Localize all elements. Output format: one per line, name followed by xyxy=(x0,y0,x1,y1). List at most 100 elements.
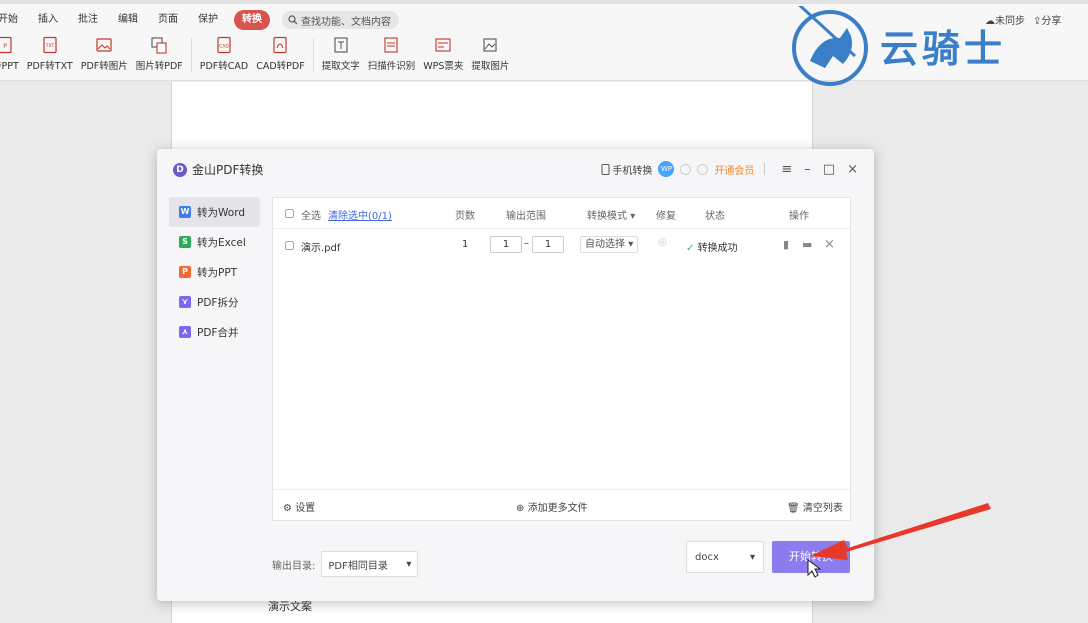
tool-to-ppt[interactable]: P 转PPT xyxy=(0,36,23,78)
menu-protect[interactable]: 保护 xyxy=(188,10,228,30)
page-count: 1 xyxy=(462,239,469,250)
range-from-input[interactable]: 1 xyxy=(490,236,522,253)
menu-start[interactable]: 开始 xyxy=(0,10,28,30)
clear-list-label: 清空列表 xyxy=(802,503,843,514)
tool-label: 图片转PDF xyxy=(135,61,183,72)
sidebar-item-label: 转为Word xyxy=(197,206,245,219)
table-row[interactable]: 演示.pdf 1 1 – 1 自动选择 ▾ ◎ ✓ 转换成功 ▮ ▬ × xyxy=(273,229,850,261)
sidebar-item-label: 转为Excel xyxy=(197,236,246,249)
split-icon: ⋎ xyxy=(179,296,191,308)
minimize-button[interactable]: – xyxy=(804,162,811,177)
phone-icon xyxy=(601,163,610,175)
tool-label: 提取文字 xyxy=(321,61,360,72)
maximize-button[interactable]: □ xyxy=(823,162,835,177)
start-convert-button[interactable]: 开始转换 xyxy=(772,541,850,573)
remove-icon[interactable]: × xyxy=(824,237,835,252)
vip-link[interactable]: 开通会员 xyxy=(714,162,754,177)
tool-label: PDF转TXT xyxy=(26,61,73,72)
clear-list-button[interactable]: 🗑 清空列表 xyxy=(787,499,843,514)
sidebar-item-to-excel[interactable]: S 转为Excel xyxy=(169,227,260,257)
file-icon[interactable]: ▮ xyxy=(783,238,789,251)
caret-down-icon: ▾ xyxy=(749,551,755,563)
output-label: 输出目录: xyxy=(272,560,316,572)
menu-convert[interactable]: 转换 xyxy=(234,10,270,30)
tool-label: PDF转图片 xyxy=(80,61,128,72)
settings-label: 设置 xyxy=(295,503,316,514)
tool-label: CAD转PDF xyxy=(256,61,305,72)
tool-label: PDF转CAD xyxy=(199,61,249,72)
scan-icon xyxy=(384,37,399,53)
gear-icon: ⚙ xyxy=(283,503,292,514)
tool-pdf-to-cad[interactable]: CAD PDF转CAD xyxy=(196,36,252,78)
clear-selected-link[interactable]: 清除选中(0/1) xyxy=(328,207,392,222)
tool-image-to-pdf[interactable]: 图片转PDF xyxy=(132,36,187,78)
range-to-input[interactable]: 1 xyxy=(532,236,564,253)
tool-pdf-to-image[interactable]: PDF转图片 xyxy=(77,36,132,78)
menu-icon[interactable]: ≡ xyxy=(781,162,792,177)
tool-row: P 转PPT TXT PDF转TXT PDF转图片 图片转PDF CAD PDF… xyxy=(0,36,513,78)
file-list-panel: 全选 清除选中(0/1) 页数 输出范围 转换模式 ▾ 修复 状态 操作 演示.… xyxy=(272,197,851,521)
caret-down-icon: ▾ xyxy=(630,211,636,222)
menu-comment[interactable]: 批注 xyxy=(68,10,108,30)
status-badge: ✓ 转换成功 xyxy=(686,239,738,254)
row-checkbox[interactable] xyxy=(285,241,294,250)
status-text: 转换成功 xyxy=(697,243,738,254)
txt-file-icon: TXT xyxy=(43,36,57,54)
search-icon xyxy=(288,15,298,25)
tool-separator xyxy=(312,38,314,72)
add-files-label: 添加更多文件 xyxy=(527,503,588,514)
caret-down-icon: ▾ xyxy=(406,558,412,570)
header-divider xyxy=(764,163,766,175)
col-mode[interactable]: 转换模式 ▾ xyxy=(587,207,635,222)
mode-select[interactable]: 自动选择 ▾ xyxy=(580,236,639,253)
avatar[interactable]: WP xyxy=(658,161,675,177)
tool-separator xyxy=(190,38,192,72)
dialog-header-right: 手机转换 WP 开通会员 ≡ – □ × xyxy=(601,161,858,177)
mode-value: 自动选择 xyxy=(585,239,625,250)
ribbon-menu: 开始 插入 批注 编辑 页面 保护 转换 查找功能、文档内容 xyxy=(0,9,399,31)
status-dot-icon xyxy=(680,163,692,175)
svg-text:CAD: CAD xyxy=(219,44,229,50)
sidebar-item-pdf-split[interactable]: ⋎ PDF拆分 xyxy=(169,287,260,317)
tool-extract-text[interactable]: 提取文字 xyxy=(318,36,364,78)
tool-extract-image[interactable]: 提取图片 xyxy=(467,36,513,78)
extract-image-icon xyxy=(483,38,497,52)
settings-button[interactable]: ⚙ 设置 xyxy=(283,499,315,514)
tool-wps-ticket[interactable]: WPS票夹 xyxy=(419,36,467,78)
sidebar-item-to-word[interactable]: W 转为Word xyxy=(169,197,260,227)
format-select[interactable]: docx ▾ xyxy=(686,541,764,573)
sidebar-item-pdf-merge[interactable]: ⋏ PDF合并 xyxy=(169,317,260,347)
mobile-convert-label: 手机转换 xyxy=(612,165,653,177)
mobile-convert-button[interactable]: 手机转换 xyxy=(601,162,652,177)
ticket-icon xyxy=(435,38,451,52)
folder-icon[interactable]: ▬ xyxy=(802,238,812,251)
menu-edit[interactable]: 编辑 xyxy=(108,10,148,30)
output-dir: 输出目录: PDF相同目录 ▾ xyxy=(272,551,419,577)
close-button[interactable]: × xyxy=(847,162,858,177)
add-files-button[interactable]: ⊕ 添加更多文件 xyxy=(516,499,588,514)
range-dash: – xyxy=(524,238,529,249)
search-placeholder: 查找功能、文档内容 xyxy=(301,16,391,28)
tool-cad-to-pdf[interactable]: CAD转PDF xyxy=(252,36,308,78)
pdf-convert-dialog: D 金山PDF转换 手机转换 WP 开通会员 ≡ – □ × W 转为Word … xyxy=(157,149,874,601)
output-dir-select[interactable]: PDF相同目录 ▾ xyxy=(321,551,419,577)
ppt-file-icon: P xyxy=(0,36,12,54)
file-name: 演示.pdf xyxy=(301,243,341,254)
col-range: 输出范围 xyxy=(506,211,546,222)
tool-pdf-to-txt[interactable]: TXT PDF转TXT xyxy=(23,36,77,78)
tool-scan-ocr[interactable]: 扫描件识别 xyxy=(364,36,420,78)
title-strip xyxy=(0,0,1088,4)
settings-dot-icon[interactable] xyxy=(697,163,709,175)
tool-label: 扫描件识别 xyxy=(367,61,416,72)
sidebar-item-to-ppt[interactable]: P 转为PPT xyxy=(169,257,260,287)
menu-page[interactable]: 页面 xyxy=(148,10,188,30)
word-icon: W xyxy=(179,206,191,218)
menu-insert[interactable]: 插入 xyxy=(28,10,68,30)
repair-check-icon: ◎ xyxy=(658,237,667,248)
select-all-checkbox[interactable] xyxy=(285,209,294,218)
sidebar-item-label: PDF合并 xyxy=(197,326,239,339)
sidebar-item-label: 转为PPT xyxy=(197,266,238,279)
output-dir-value: PDF相同目录 xyxy=(328,560,388,572)
search-box[interactable]: 查找功能、文档内容 xyxy=(282,11,399,29)
tool-label: 转PPT xyxy=(0,61,19,72)
